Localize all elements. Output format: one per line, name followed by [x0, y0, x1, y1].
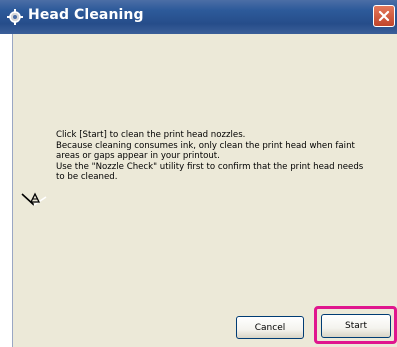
printer-gear-icon	[7, 9, 23, 25]
start-button[interactable]: Start	[321, 314, 391, 338]
start-button-label: Start	[345, 321, 367, 331]
title-bar[interactable]: Head Cleaning	[0, 0, 397, 34]
cancel-button-label: Cancel	[254, 322, 286, 333]
instruction-line: areas or gaps appear in your printout.	[56, 151, 220, 162]
instruction-line: Click [Start] to clean the print head no…	[56, 130, 246, 140]
cancel-button[interactable]: Cancel	[236, 316, 304, 339]
instruction-line: Use the "Nozzle Check" utility first to …	[56, 161, 364, 172]
close-icon	[378, 10, 390, 22]
print-head-nozzle-icon	[21, 192, 47, 206]
head-cleaning-dialog: Head Cleaning Click [Start] to clean the…	[0, 0, 397, 347]
close-button[interactable]	[373, 5, 395, 27]
instruction-line: Because cleaning consumes ink, only clea…	[56, 140, 355, 151]
window-frame	[0, 34, 12, 347]
instruction-line: to be cleaned.	[56, 172, 118, 183]
window-title: Head Cleaning	[28, 7, 144, 23]
instructions-text: Click [Start] to clean the print head no…	[56, 130, 381, 183]
dialog-body	[12, 34, 397, 347]
